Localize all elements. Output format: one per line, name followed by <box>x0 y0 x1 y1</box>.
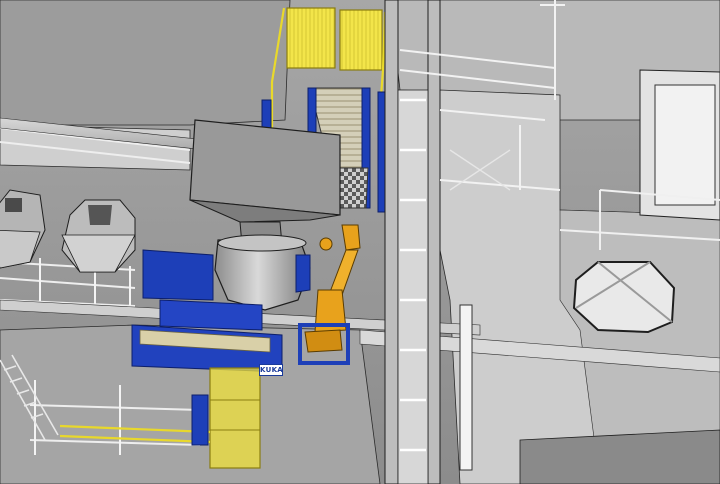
white-post <box>459 304 473 471</box>
right-doorway <box>654 84 716 206</box>
blue-post-left <box>261 99 272 129</box>
cad-plant-scene <box>0 0 720 484</box>
octagonal-opening <box>572 261 676 334</box>
blue-side-panel <box>191 394 209 446</box>
equipment-plate-label: KUKA <box>259 364 284 376</box>
lower-right-block <box>519 429 720 484</box>
upper-left-slab <box>0 0 291 126</box>
